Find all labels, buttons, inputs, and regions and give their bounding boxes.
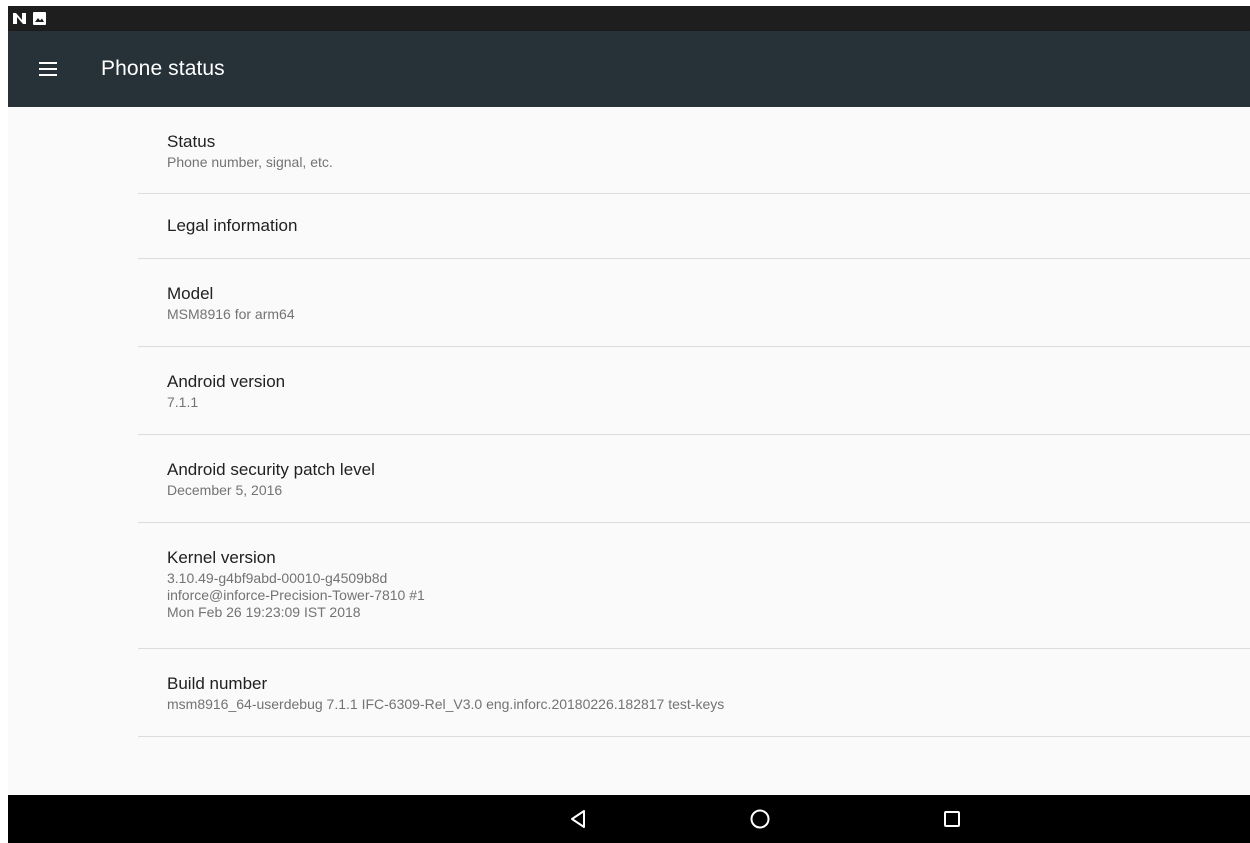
pref-title: Android version xyxy=(167,372,286,391)
pref-build-number[interactable]: Build number msm8916_64-userdebug 7.1.1 … xyxy=(138,649,1250,737)
status-bar xyxy=(8,6,1250,31)
pref-summary: MSM8916 for arm64 xyxy=(167,306,295,322)
device-screen: Phone status Status Phone number, signal… xyxy=(8,6,1250,843)
preference-list: Status Phone number, signal, etc. Legal … xyxy=(8,107,1250,795)
pref-android-version[interactable]: Android version 7.1.1 xyxy=(138,347,1250,435)
recents-icon[interactable] xyxy=(938,805,966,833)
pref-kernel-version[interactable]: Kernel version 3.10.49-g4bf9abd-00010-g4… xyxy=(138,523,1250,649)
pref-title: Android security patch level xyxy=(167,460,375,479)
pref-title: Build number xyxy=(167,674,268,693)
pref-security-patch-level[interactable]: Android security patch level December 5,… xyxy=(138,435,1250,523)
pref-legal-information[interactable]: Legal information xyxy=(138,194,1250,259)
pref-summary: 3.10.49-g4bf9abd-00010-g4509b8d inforce@… xyxy=(167,570,425,620)
pref-model[interactable]: Model MSM8916 for arm64 xyxy=(138,259,1250,347)
pref-summary: December 5, 2016 xyxy=(167,482,283,498)
pref-status[interactable]: Status Phone number, signal, etc. xyxy=(138,107,1250,194)
pref-title: Legal information xyxy=(167,216,298,235)
pref-summary: Phone number, signal, etc. xyxy=(167,154,333,170)
image-notification-icon xyxy=(32,11,47,26)
pref-title: Status xyxy=(167,132,216,151)
pref-title: Kernel version xyxy=(167,548,276,567)
back-icon[interactable] xyxy=(564,805,592,833)
hamburger-menu-icon[interactable] xyxy=(32,53,64,85)
home-icon[interactable] xyxy=(746,805,774,833)
navigation-bar xyxy=(8,795,1250,843)
pref-summary: msm8916_64-userdebug 7.1.1 IFC-6309-Rel_… xyxy=(167,696,725,712)
pref-summary: 7.1.1 xyxy=(167,394,199,410)
pref-title: Model xyxy=(167,284,214,303)
app-bar: Phone status xyxy=(8,31,1250,107)
n-notification-icon xyxy=(12,11,27,26)
page-title: Phone status xyxy=(101,57,225,80)
